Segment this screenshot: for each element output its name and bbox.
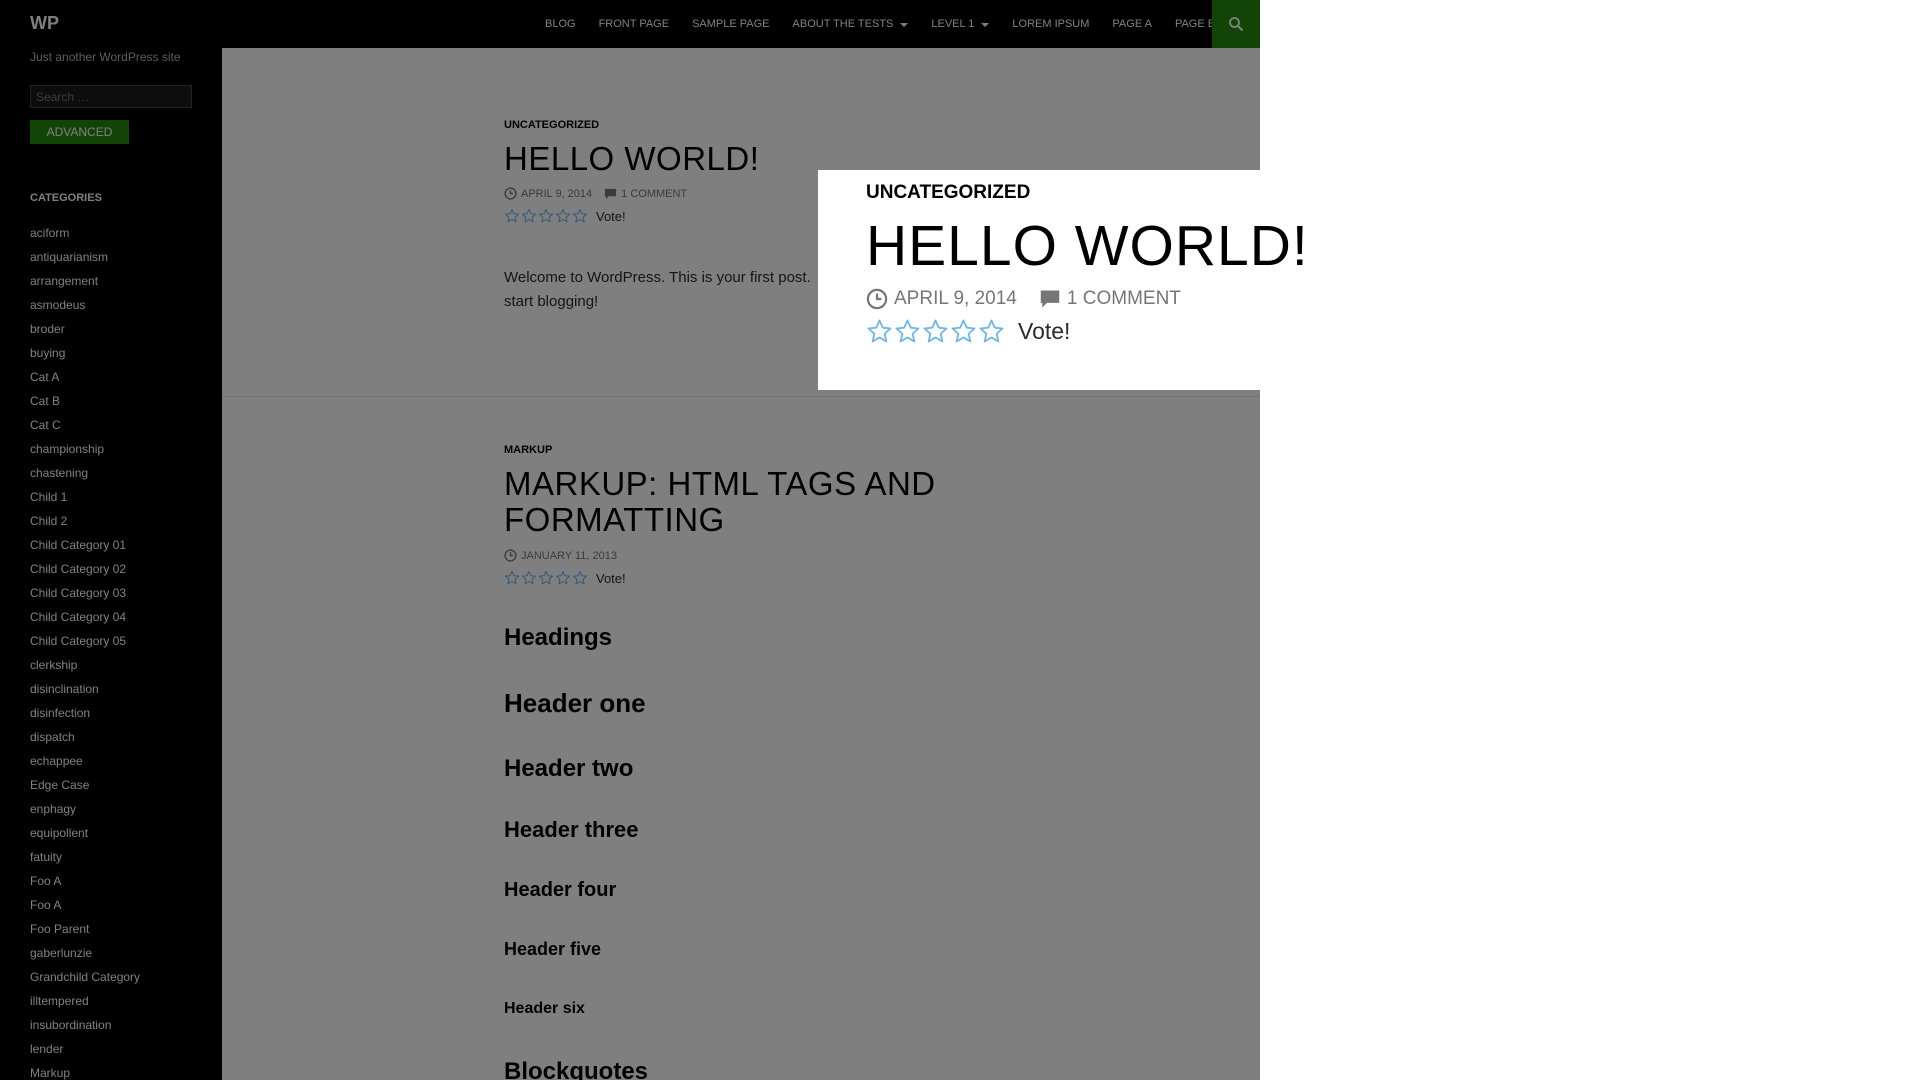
star-icon[interactable]: [866, 318, 893, 345]
comment-icon: [1040, 290, 1060, 308]
star-icon[interactable]: [922, 318, 949, 345]
modal-overlay[interactable]: [0, 0, 1260, 1080]
zoomed-post-meta: April 9, 2014 1 Comment: [866, 288, 1309, 310]
zoomed-rating: Vote!: [866, 318, 1309, 345]
zoomed-post-header-popup: Uncategorized Hello world! April 9, 2014…: [818, 170, 1328, 390]
zoomed-post-title: Hello world!: [866, 214, 1309, 278]
zoomed-category-link[interactable]: Uncategorized: [866, 182, 1309, 204]
clock-icon: [866, 288, 888, 310]
star-icon[interactable]: [894, 318, 921, 345]
zoomed-date-label: April 9, 2014: [894, 288, 1017, 309]
zoomed-rating-stars[interactable]: [866, 318, 1006, 345]
zoomed-comments-label: 1 Comment: [1066, 288, 1181, 309]
zoomed-vote-label: Vote!: [1018, 318, 1071, 344]
zoomed-post-date[interactable]: April 9, 2014: [866, 288, 1017, 310]
star-icon[interactable]: [978, 318, 1005, 345]
site: WP Blog Front Page Sample Page About The…: [0, 0, 1260, 1080]
star-icon[interactable]: [950, 318, 977, 345]
zoomed-comments-link[interactable]: 1 Comment: [1039, 288, 1181, 310]
